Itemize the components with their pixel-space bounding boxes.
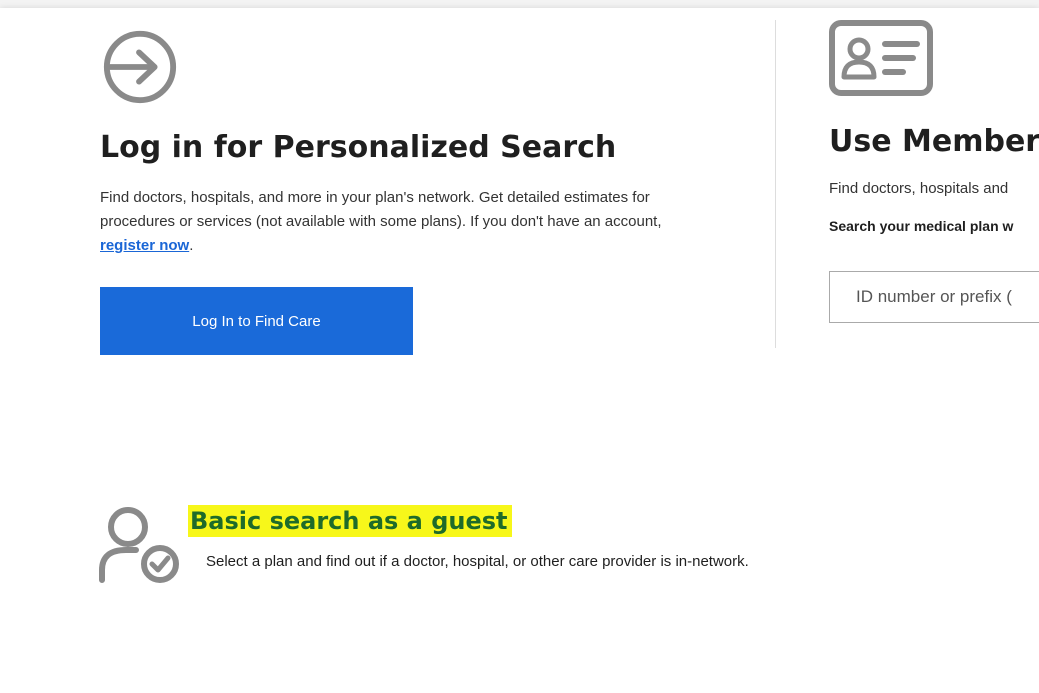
arrow-circle-right-icon [103, 30, 177, 104]
login-title: Log in for Personalized Search [100, 130, 617, 165]
register-now-link[interactable]: register now [100, 237, 189, 254]
member-id-input[interactable] [829, 271, 1039, 323]
basic-search-as-guest-link[interactable]: Basic search as a guest [188, 505, 512, 537]
find-care-page: Log in for Personalized Search Find doct… [0, 8, 1039, 693]
member-search-label: Search your medical plan w [829, 218, 1014, 234]
guest-description: Select a plan and find out if a doctor, … [206, 553, 749, 570]
login-description-text: Find doctors, hospitals, and more in you… [100, 189, 662, 230]
user-check-icon[interactable] [96, 502, 186, 584]
member-description: Find doctors, hospitals and [829, 180, 1009, 197]
login-description: Find doctors, hospitals, and more in you… [100, 186, 700, 258]
section-divider [775, 20, 776, 348]
log-in-to-find-care-button[interactable]: Log In to Find Care [100, 287, 413, 355]
id-card-icon [829, 20, 933, 96]
member-title: Use Member [829, 124, 1039, 159]
guest-search-section: Basic search as a guest Select a plan an… [96, 502, 996, 602]
login-description-end: . [189, 237, 194, 254]
